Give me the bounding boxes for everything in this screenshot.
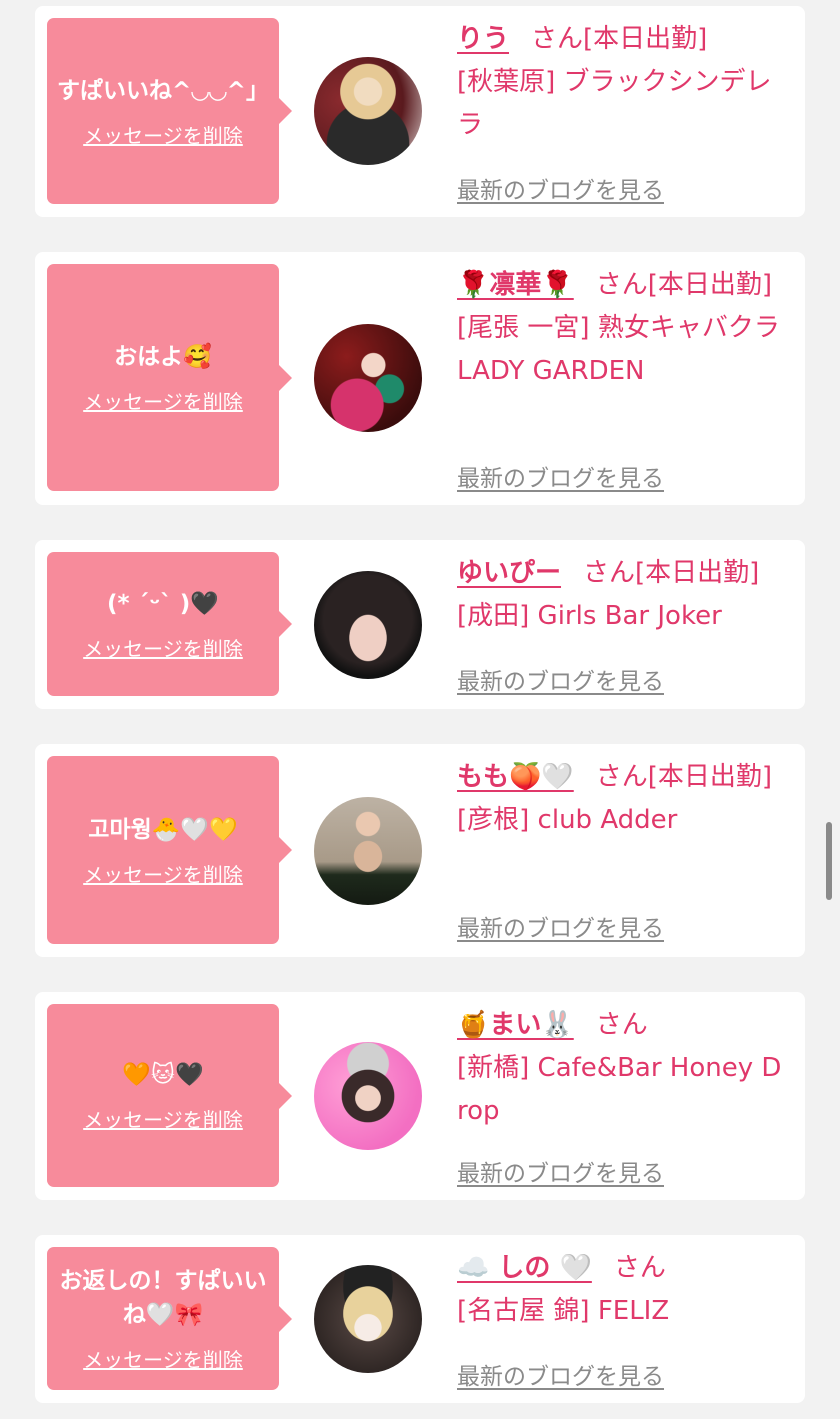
latest-blog-link[interactable]: 最新のブログを見る [457,171,664,205]
cast-name-link[interactable]: ☁️ しの 🤍 [457,1253,592,1283]
message-text: すぱいいね^◡◡^」 [57,77,269,104]
avatar[interactable] [314,1042,422,1150]
work-status: [本日出勤] [583,24,708,54]
work-status: [本日出勤] [647,762,773,792]
latest-blog-link[interactable]: 最新のブログを見る [457,1154,664,1188]
shop-info: [成田] Girls Bar Joker [457,601,722,631]
cast-name-link[interactable]: 🌹凛華🌹 [457,270,574,300]
cast-name-link[interactable]: もも🍑🤍 [457,762,574,792]
delete-message-link[interactable]: メッセージを削除 [83,120,243,149]
cast-info: ゆいぴー さん[本日出勤] [成田] Girls Bar Joker 最新のブログ… [457,552,787,695]
message-bubble: お返しの！すぱいいね🤍🎀 メッセージを削除 [47,1247,292,1390]
cast-name-link[interactable]: りう [457,24,509,54]
latest-blog-link[interactable]: 最新のブログを見る [457,1357,664,1391]
message-card: お返しの！すぱいいね🤍🎀 メッセージを削除 ☁️ しの 🤍 さん [名古屋 錦] … [35,1235,805,1403]
avatar[interactable] [314,57,422,165]
message-card: すぱいいね^◡◡^」 メッセージを削除 りう さん[本日出勤] [秋葉原] ブラッ… [35,6,805,217]
san-label: さん [583,558,636,588]
shop-info: [尾張 一宮] 熟女キャバクラ LADY GARDEN [457,313,780,386]
cast-info: 🌹凛華🌹 さん[本日出勤] [尾張 一宮] 熟女キャバクラ LADY GARDEN… [457,264,787,492]
cast-name-link[interactable]: ゆいぴー [457,558,561,588]
delete-message-link[interactable]: メッセージを削除 [83,633,243,662]
message-bubble: 🧡🐱🖤 メッセージを削除 [47,1004,292,1187]
latest-blog-link[interactable]: 最新のブログを見る [457,909,664,943]
san-label: さん [613,1253,666,1283]
cast-info: りう さん[本日出勤] [秋葉原] ブラックシンデレラ 最新のブログを見る [457,18,787,204]
name-line: もも🍑🤍 さん[本日出勤] [457,756,787,799]
latest-blog-link[interactable]: 最新のブログを見る [457,662,664,696]
name-line: 🍯まい🐰 さん [457,1004,787,1047]
san-label: さん [595,762,648,792]
avatar[interactable] [314,571,422,679]
message-bubble: おはよ🥰 メッセージを削除 [47,264,292,491]
latest-blog-link[interactable]: 最新のブログを見る [457,459,664,493]
message-bubble: 고마웡🐣🤍💛 メッセージを削除 [47,756,292,944]
work-status: [本日出勤] [635,558,760,588]
delete-message-link[interactable]: メッセージを削除 [83,386,243,415]
message-card: (* ˊᵕˋ )🖤 メッセージを削除 ゆいぴー さん[本日出勤] [成田] Gir… [35,540,805,709]
message-text: 고마웡🐣🤍💛 [88,816,238,843]
message-text: お返しの！すぱいいね🤍🎀 [59,1268,267,1328]
avatar[interactable] [314,1265,422,1373]
san-label: さん [595,270,648,300]
san-label: さん [595,1010,648,1040]
shop-info: [名古屋 錦] FELIZ [457,1296,670,1326]
avatar[interactable] [314,797,422,905]
cast-name-link[interactable]: 🍯まい🐰 [457,1010,574,1040]
message-text: 🧡🐱🖤 [122,1062,204,1088]
name-line: りう さん[本日出勤] [457,18,787,61]
avatar[interactable] [314,324,422,432]
message-list-page: すぱいいね^◡◡^」 メッセージを削除 りう さん[本日出勤] [秋葉原] ブラッ… [0,0,840,1419]
name-line: ゆいぴー さん[本日出勤] [457,552,787,595]
shop-info: [秋葉原] ブラックシンデレラ [457,67,772,140]
delete-message-link[interactable]: メッセージを削除 [83,1344,243,1373]
message-card: 🧡🐱🖤 メッセージを削除 🍯まい🐰 さん [新橋] Cafe&Bar Honey … [35,992,805,1200]
message-card: おはよ🥰 メッセージを削除 🌹凛華🌹 さん[本日出勤] [尾張 一宮] 熟女キャバ… [35,252,805,505]
delete-message-link[interactable]: メッセージを削除 [83,1104,243,1133]
message-bubble: すぱいいね^◡◡^」 メッセージを削除 [47,18,292,204]
name-line: ☁️ しの 🤍 さん [457,1247,787,1290]
cast-info: ☁️ しの 🤍 さん [名古屋 錦] FELIZ 最新のブログを見る [457,1247,787,1390]
work-status: [本日出勤] [647,270,773,300]
shop-info: [新橋] Cafe&Bar Honey Drop [457,1053,782,1126]
message-bubble: (* ˊᵕˋ )🖤 メッセージを削除 [47,552,292,696]
cast-info: もも🍑🤍 さん[本日出勤] [彦根] club Adder 最新のブログを見る [457,756,787,942]
message-card: 고마웡🐣🤍💛 メッセージを削除 もも🍑🤍 さん[本日出勤] [彦根] club A… [35,744,805,957]
san-label: さん [531,24,584,54]
delete-message-link[interactable]: メッセージを削除 [83,859,243,888]
cast-info: 🍯まい🐰 さん [新橋] Cafe&Bar Honey Drop 最新のブログを見… [457,1004,787,1187]
scrollbar[interactable] [826,822,832,900]
message-text: (* ˊᵕˋ )🖤 [107,590,219,617]
message-text: おはよ🥰 [114,344,212,370]
shop-info: [彦根] club Adder [457,805,678,835]
name-line: 🌹凛華🌹 さん[本日出勤] [457,264,787,307]
